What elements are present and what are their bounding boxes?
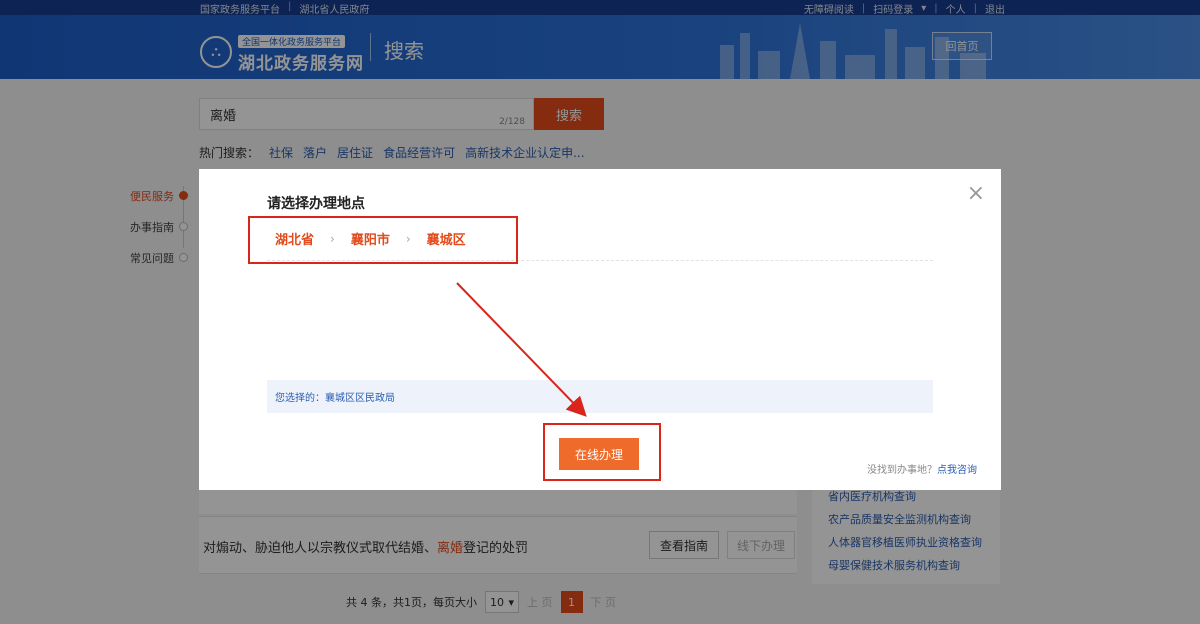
annotation-box-button	[543, 423, 661, 481]
consult-hint: 没找到办事地？点我咨询	[867, 461, 977, 476]
selected-location-bar: 您选择的： 襄城区区民政局	[267, 380, 933, 413]
consult-text: 没找到办事地？	[867, 465, 937, 476]
modal-title: 请选择办理地点	[267, 196, 365, 212]
selected-value: 襄城区区民政局	[325, 393, 395, 404]
consult-link[interactable]: 点我咨询	[937, 465, 977, 476]
close-icon[interactable]: ×	[967, 183, 985, 205]
selected-label: 您选择的：	[275, 393, 325, 404]
annotation-box-breadcrumb	[248, 216, 518, 264]
